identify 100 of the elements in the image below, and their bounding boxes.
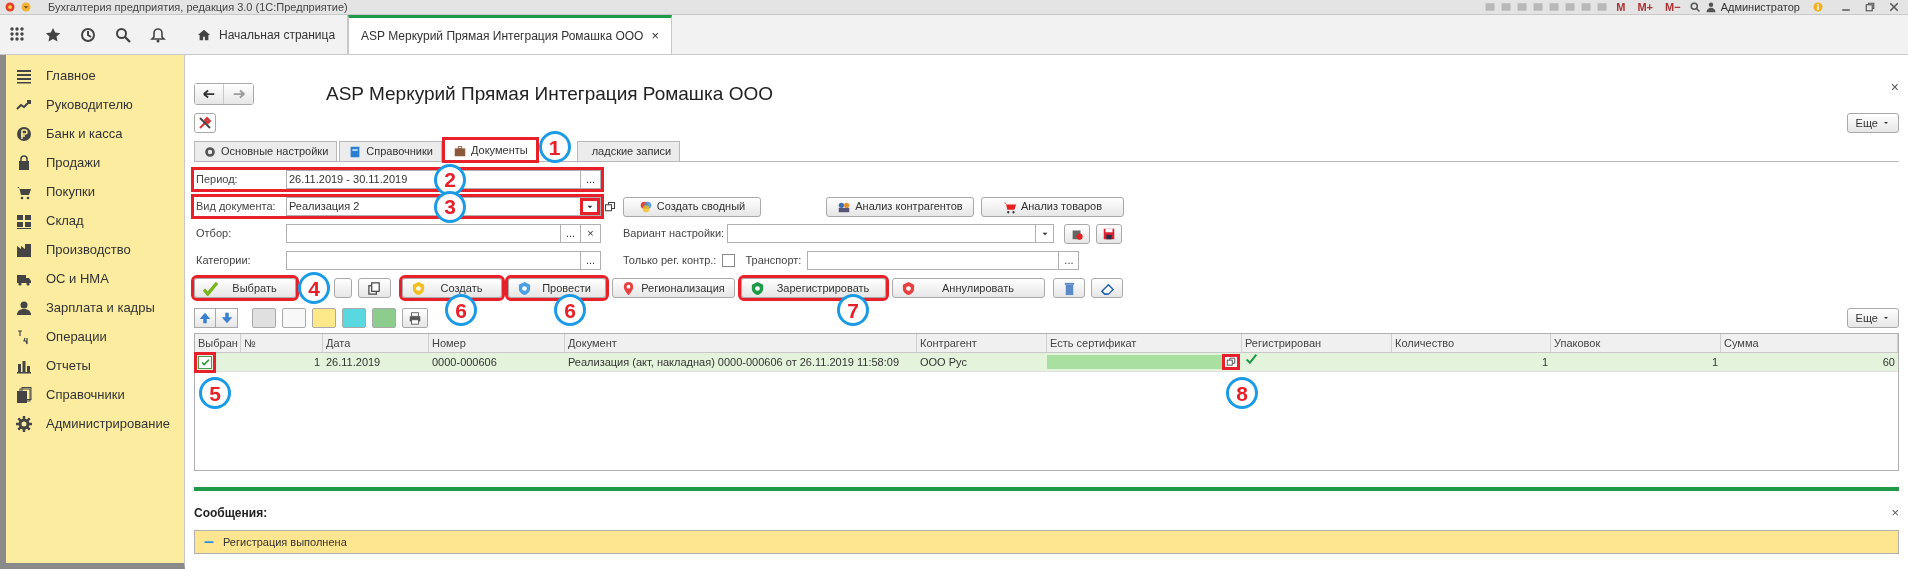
print-icon[interactable] — [402, 308, 428, 328]
post-button[interactable]: Провести — [508, 278, 606, 298]
color-swatch-button[interactable] — [282, 308, 306, 328]
delete-button[interactable] — [1053, 278, 1085, 298]
column-header[interactable]: Количество — [1392, 334, 1551, 352]
delete-variant-icon[interactable] — [1064, 223, 1090, 244]
sidebar-item[interactable]: Покупки — [6, 177, 184, 206]
history-icon[interactable] — [80, 26, 96, 43]
sidebar-item[interactable]: Справочники — [6, 380, 184, 409]
column-header[interactable]: № — [241, 334, 323, 352]
user-icon — [1704, 1, 1717, 13]
move-up-icon[interactable] — [194, 308, 216, 328]
report-button[interactable]: Анализ товаров — [981, 196, 1124, 217]
sidebar-item[interactable]: Производство — [6, 235, 184, 264]
column-header[interactable]: Номер — [429, 334, 565, 352]
section-icon — [16, 386, 32, 403]
button-icon — [203, 280, 218, 296]
create-button[interactable]: Создать — [402, 278, 502, 298]
close-icon[interactable] — [1888, 1, 1900, 13]
color-swatch-button[interactable] — [372, 308, 396, 328]
column-header[interactable]: Документ — [565, 334, 917, 352]
close-tab-button[interactable]: × — [651, 26, 660, 46]
color-swatch-button[interactable] — [342, 308, 366, 328]
sidebar-item[interactable]: Главное — [6, 61, 184, 90]
color-swatch-button[interactable] — [252, 308, 276, 328]
column-header[interactable]: Регистрирован — [1242, 334, 1392, 352]
section-icon — [16, 299, 32, 316]
app-tab[interactable]: ASP Меркурий Прямая Интеграция Ромашка ООО × — [348, 15, 673, 54]
sidebar-item[interactable]: Операции — [6, 322, 184, 351]
form-title: ASP Меркурий Прямая Интеграция Ромашка ООО — [326, 81, 774, 106]
field-button[interactable]: × — [580, 225, 600, 242]
memory-button[interactable]: M — [1612, 0, 1630, 16]
form-tab[interactable]: Справочники — [339, 141, 442, 161]
button-icon — [901, 280, 916, 296]
form-tab[interactable]: Документы — [443, 139, 537, 161]
memory-button[interactable]: M− — [1661, 0, 1685, 16]
register-button[interactable]: Зарегистрировать — [741, 278, 886, 298]
field-button[interactable]: ... — [580, 252, 600, 269]
input-field[interactable]: ... — [286, 251, 601, 270]
report-button[interactable]: Создать сводный — [623, 196, 761, 217]
column-header[interactable]: Дата — [323, 334, 429, 352]
sidebar-item[interactable]: ОС и НМА — [6, 264, 184, 293]
cancel-button[interactable]: Аннулировать — [892, 278, 1045, 298]
field-label: Период: — [195, 172, 239, 188]
open-form-icon[interactable] — [604, 200, 616, 213]
callout-number: 8 — [1226, 377, 1258, 409]
form-tab[interactable]: ладские записи — [576, 141, 681, 161]
apps-grid-icon[interactable] — [10, 26, 26, 43]
copy-button[interactable] — [358, 278, 391, 298]
report-button[interactable]: Анализ контрагентов — [826, 196, 974, 217]
tab-icon — [203, 144, 217, 159]
save-icon[interactable] — [1096, 223, 1122, 244]
star-icon[interactable] — [45, 26, 61, 43]
table-cell-text: 1 — [313, 354, 320, 370]
close-form-button[interactable]: × — [1890, 76, 1899, 98]
input-field[interactable]: ... × — [286, 224, 601, 243]
sidebar-item[interactable]: Склад — [6, 206, 184, 235]
column-header[interactable]: Сумма — [1721, 334, 1898, 352]
sidebar-item[interactable]: Руководителю — [6, 90, 184, 119]
user-name[interactable]: Администратор — [1720, 0, 1800, 16]
restore-icon[interactable] — [1864, 1, 1876, 13]
zoom-icon[interactable] — [1688, 1, 1701, 13]
column-header[interactable]: Есть сертификат — [1047, 334, 1242, 352]
search-icon[interactable] — [115, 26, 131, 43]
message-text: Регистрация выполнена — [223, 534, 347, 550]
blank-button[interactable] — [334, 278, 352, 298]
sidebar-item[interactable]: Банк и касса — [6, 119, 184, 148]
column-header[interactable]: Упаковок — [1551, 334, 1721, 352]
sidebar-item[interactable]: Продажи — [6, 148, 184, 177]
table-cell-text: 1 — [1711, 354, 1718, 370]
more-button[interactable]: Еще — [1846, 308, 1899, 328]
sidebar-item[interactable]: Администрирование — [6, 409, 184, 438]
sidebar-item[interactable]: Отчеты — [6, 351, 184, 380]
callout-number: 6 — [554, 294, 586, 326]
color-swatch-button[interactable] — [312, 308, 336, 328]
form-tab[interactable]: Основные настройки — [194, 141, 338, 161]
section-icon — [16, 125, 32, 142]
table-cell-text: 26.11.2019 — [326, 354, 381, 370]
clear-button[interactable] — [1091, 278, 1123, 298]
input-field[interactable] — [727, 224, 1054, 243]
section-icon — [16, 154, 32, 171]
more-button[interactable]: Еще — [1846, 113, 1899, 133]
memory-button[interactable]: M+ — [1633, 0, 1658, 16]
move-down-icon[interactable] — [216, 308, 238, 328]
checkbox[interactable] — [722, 254, 736, 267]
select-button[interactable]: Выбрать — [194, 278, 296, 298]
menu-dropdown-icon[interactable] — [20, 1, 32, 13]
section-icon — [16, 67, 32, 84]
notification-bell-icon[interactable] — [150, 26, 166, 43]
field-button[interactable]: ... — [560, 225, 580, 242]
field-button[interactable]: ... — [580, 171, 600, 188]
sidebar-item[interactable]: Зарплата и кадры — [6, 293, 184, 322]
field-button[interactable]: ... — [1059, 251, 1080, 270]
tools-button-icon[interactable] — [194, 113, 216, 133]
column-header[interactable]: Контрагент — [917, 334, 1047, 352]
open-form-icon[interactable] — [1222, 354, 1240, 370]
table-cell-text: 1 — [1541, 354, 1548, 370]
regionalization-button[interactable]: Регионализация — [612, 278, 735, 298]
close-messages-button[interactable]: × — [1891, 503, 1899, 523]
input-field[interactable] — [807, 251, 1060, 270]
